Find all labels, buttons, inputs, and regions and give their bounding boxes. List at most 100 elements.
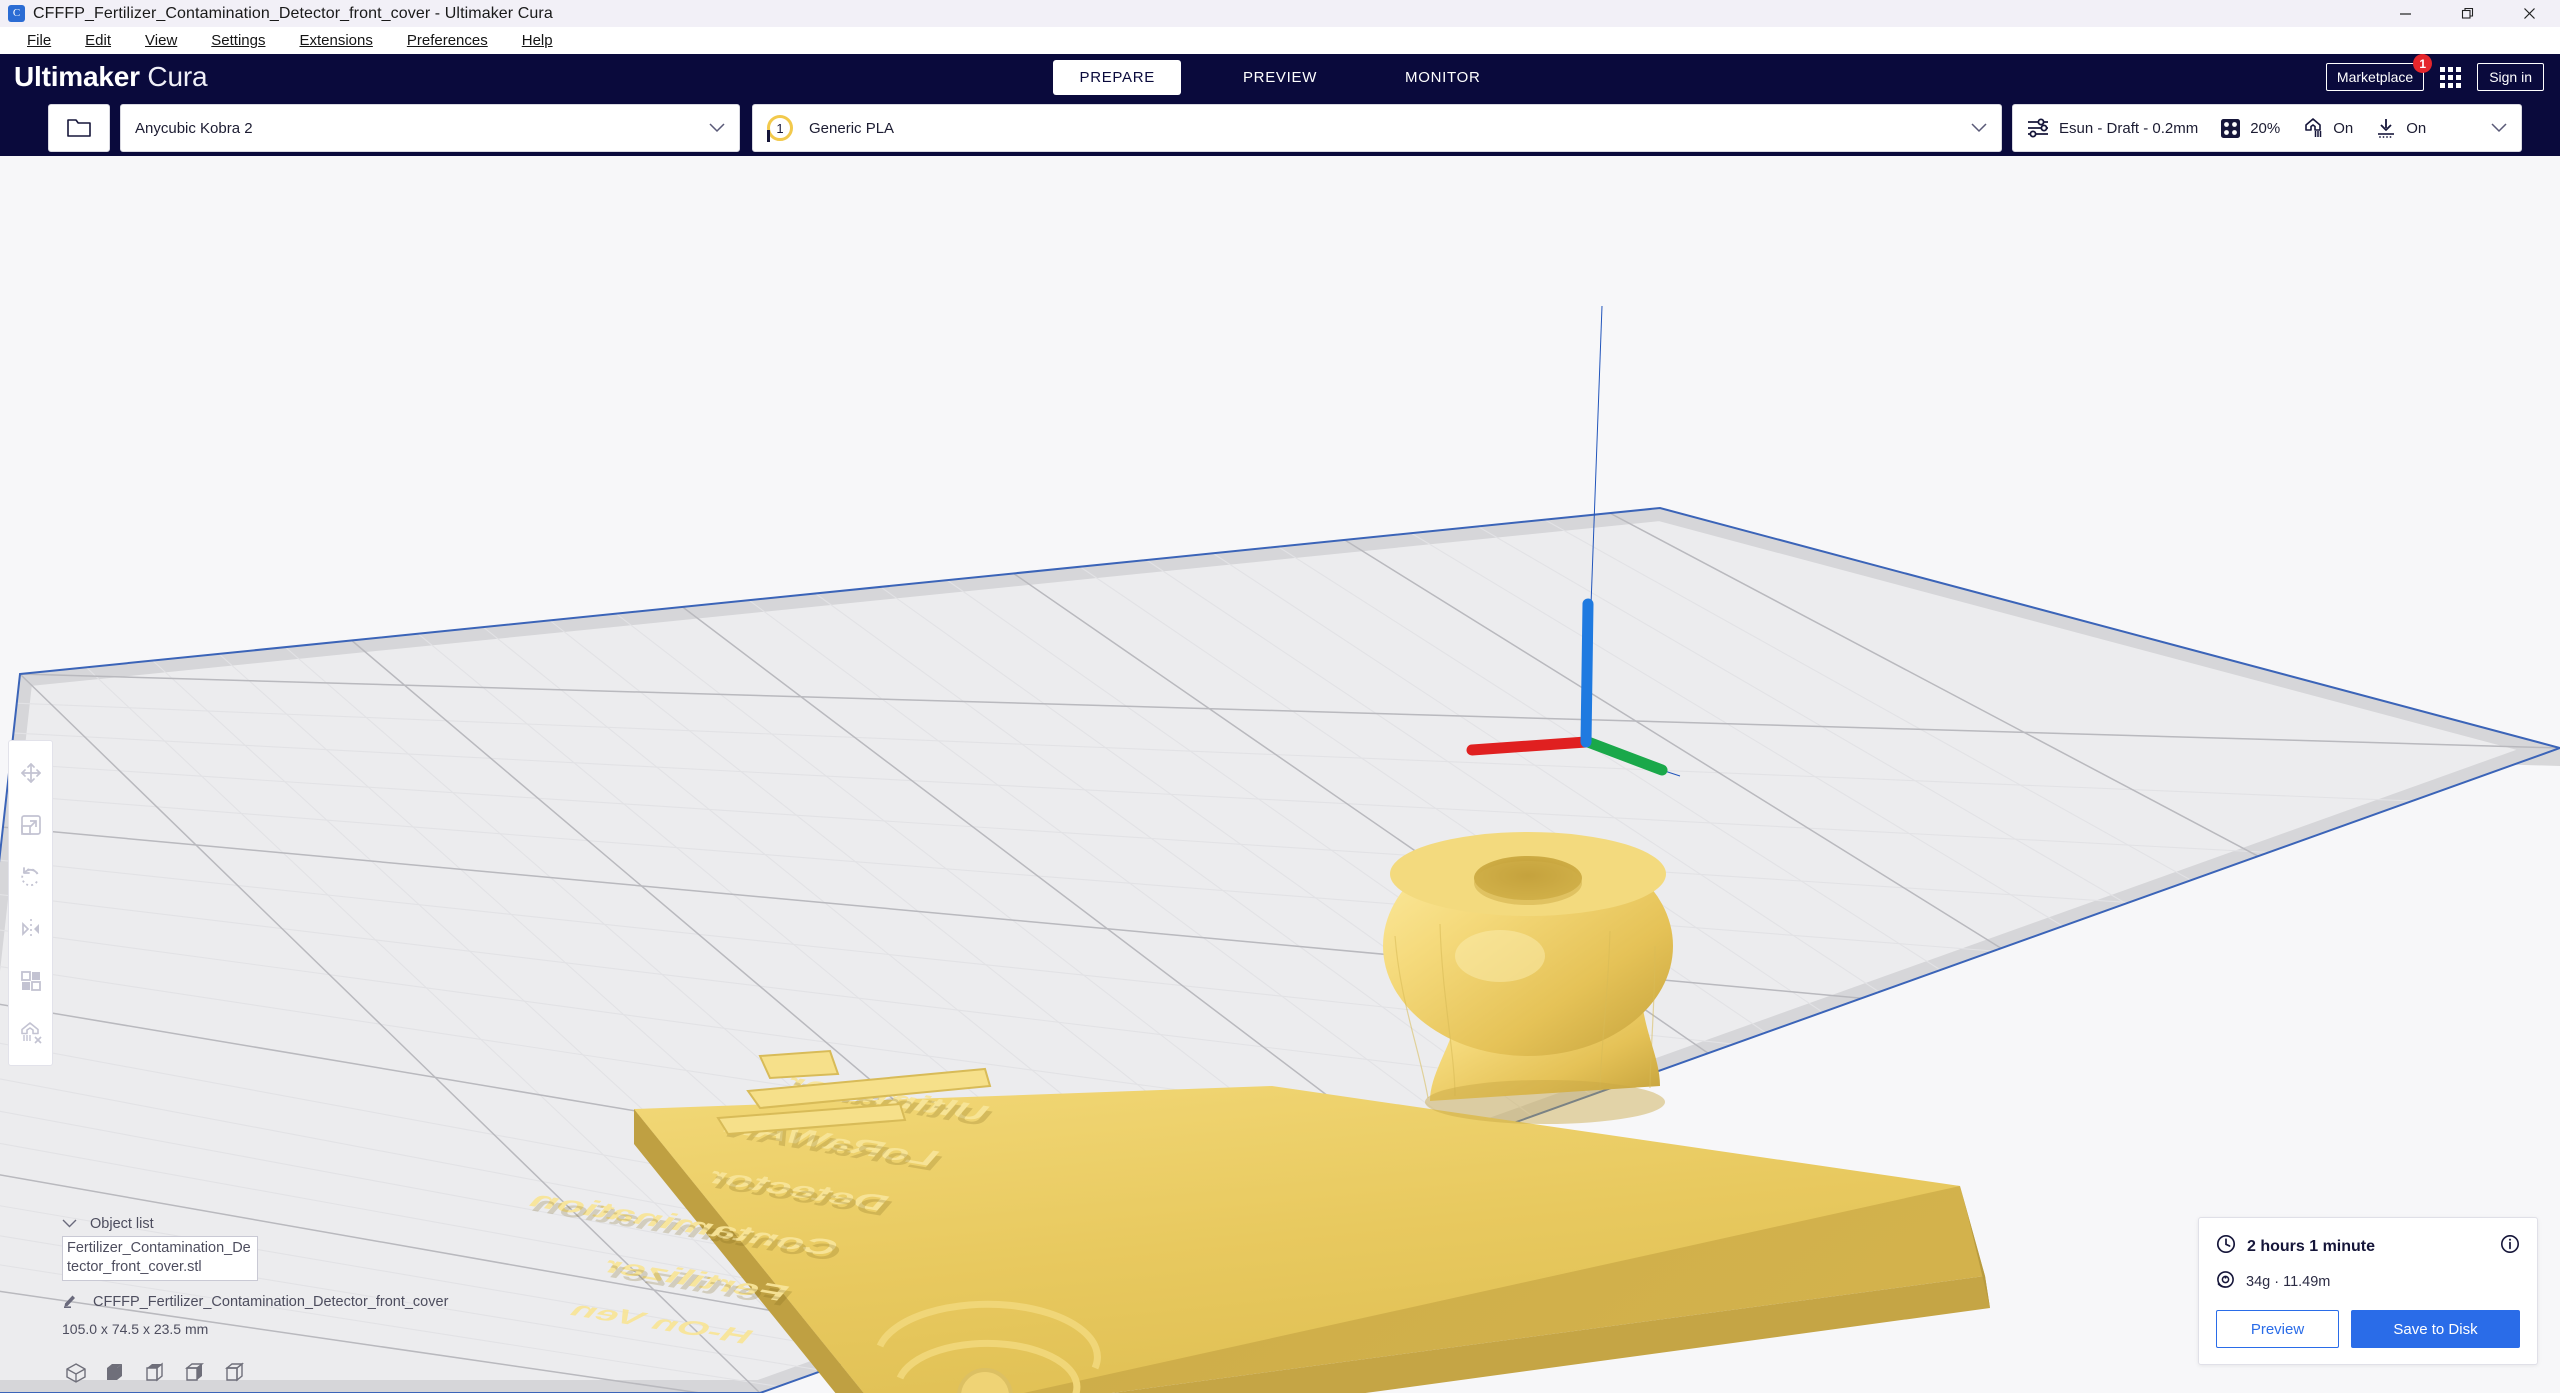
- move-tool[interactable]: [8, 747, 53, 799]
- object-list-header[interactable]: Object list: [62, 1216, 492, 1232]
- support-icon: [2302, 117, 2324, 139]
- axis-z: [1586, 604, 1588, 742]
- header-actions: Marketplace 1 Sign in: [2326, 54, 2544, 100]
- window-title: CFFFP_Fertilizer_Contamination_Detector_…: [33, 5, 553, 23]
- knob-highlight: [1455, 930, 1545, 982]
- model-tools-panel: [8, 740, 53, 1066]
- object-list-title: Object list: [90, 1216, 154, 1232]
- menu-settings[interactable]: Settings: [194, 29, 282, 52]
- cube-outline-icon: [65, 1362, 87, 1384]
- tab-monitor[interactable]: MONITOR: [1379, 60, 1506, 95]
- marketplace-wrap: Marketplace 1: [2326, 63, 2424, 91]
- mirror-tool[interactable]: [8, 903, 53, 955]
- minimize-icon: [2399, 7, 2412, 20]
- menubar: File Edit View Settings Extensions Prefe…: [0, 27, 2560, 54]
- scale-icon: [19, 813, 43, 837]
- printer-selector[interactable]: Anycubic Kobra 2: [120, 104, 740, 152]
- preview-button[interactable]: Preview: [2216, 1310, 2339, 1348]
- per-model-settings-tool[interactable]: [8, 955, 53, 1007]
- quality-profile-value: Esun - Draft - 0.2mm: [2059, 120, 2198, 137]
- quality-profile-group: Esun - Draft - 0.2mm: [2027, 118, 2198, 138]
- adhesion-group: On: [2375, 117, 2426, 139]
- 3d-viewport[interactable]: Ultimaker LoRaWAN Detector Contamination…: [0, 156, 2560, 1393]
- scale-tool[interactable]: [8, 799, 53, 851]
- save-to-disk-button[interactable]: Save to Disk: [2351, 1310, 2520, 1348]
- chevron-down-icon: [2491, 123, 2507, 133]
- view-front-button[interactable]: [104, 1361, 128, 1385]
- close-button[interactable]: [2498, 0, 2560, 27]
- print-time-row: 2 hours 1 minute: [2216, 1234, 2520, 1259]
- pencil-icon: [62, 1291, 79, 1313]
- viewport-scene: Ultimaker LoRaWAN Detector Contamination…: [0, 156, 2560, 1393]
- menu-preferences[interactable]: Preferences: [390, 29, 505, 52]
- menu-file-label: File: [27, 32, 51, 49]
- titlebar: C CFFFP_Fertilizer_Contamination_Detecto…: [0, 0, 2560, 27]
- support-blocker-tool[interactable]: [8, 1007, 53, 1059]
- menu-extensions[interactable]: Extensions: [282, 29, 389, 52]
- cube-right-icon: [225, 1362, 247, 1384]
- view-right-button[interactable]: [224, 1361, 248, 1385]
- knob-hole-inner: [1474, 861, 1582, 905]
- object-list-tooltip: Fertilizer_Contamination_Detector_front_…: [62, 1236, 258, 1281]
- tab-preview[interactable]: PREVIEW: [1217, 60, 1343, 95]
- infill-group: 20%: [2220, 118, 2280, 139]
- support-value: On: [2333, 120, 2353, 137]
- move-icon: [19, 761, 43, 785]
- support-blocker-icon: [19, 1021, 43, 1045]
- menu-edit-label: Edit: [85, 32, 111, 49]
- view-left-button[interactable]: [184, 1361, 208, 1385]
- menu-help[interactable]: Help: [505, 29, 570, 52]
- stage-tabs: PREPARE PREVIEW MONITOR: [0, 54, 2560, 100]
- cura-app-icon: C: [8, 5, 25, 22]
- marketplace-button[interactable]: Marketplace: [2326, 63, 2424, 91]
- chevron-down-icon: [709, 123, 725, 133]
- material-usage-value: 34g · 11.49m: [2246, 1274, 2330, 1290]
- adhesion-value: On: [2406, 120, 2426, 137]
- sign-in-button[interactable]: Sign in: [2477, 63, 2544, 91]
- rotate-tool[interactable]: [8, 851, 53, 903]
- menu-edit[interactable]: Edit: [68, 29, 128, 52]
- print-job-card: 2 hours 1 minute: [2198, 1217, 2538, 1365]
- object-list-panel: Object list Fertilizer_Contamination_Det…: [62, 1216, 492, 1337]
- app-header: Ultimaker Cura PREPARE PREVIEW MONITOR M…: [0, 54, 2560, 100]
- restore-button[interactable]: [2436, 0, 2498, 27]
- camera-view-buttons: [64, 1361, 248, 1385]
- extruder-number: 1: [776, 121, 783, 136]
- apps-grid-icon[interactable]: [2440, 67, 2461, 88]
- material-selector[interactable]: 1 Generic PLA: [752, 104, 2002, 152]
- menu-view-label: View: [145, 32, 177, 49]
- open-file-button[interactable]: [48, 104, 110, 152]
- object-list-item[interactable]: CFFFP_Fertilizer_Contamination_Detector_…: [62, 1291, 492, 1313]
- menu-extensions-label: Extensions: [299, 32, 372, 49]
- menu-settings-label: Settings: [211, 32, 265, 49]
- rotate-icon: [19, 865, 43, 889]
- cube-front-icon: [105, 1362, 127, 1384]
- chevron-down-icon: [62, 1216, 77, 1231]
- sliders-icon: [2027, 118, 2050, 138]
- cube-top-icon: [145, 1362, 167, 1384]
- printer-name: Anycubic Kobra 2: [135, 120, 253, 137]
- print-time-value: 2 hours 1 minute: [2247, 1238, 2375, 1256]
- minimize-button[interactable]: [2374, 0, 2436, 27]
- menu-view[interactable]: View: [128, 29, 194, 52]
- tab-prepare[interactable]: PREPARE: [1053, 60, 1180, 95]
- menu-preferences-label: Preferences: [407, 32, 488, 49]
- folder-icon: [66, 116, 92, 140]
- material-usage-row: 34g · 11.49m: [2216, 1270, 2520, 1294]
- print-actions: Preview Save to Disk: [2216, 1310, 2520, 1348]
- extruder-1-badge: 1: [767, 115, 793, 141]
- print-settings-selector[interactable]: Esun - Draft - 0.2mm 20%: [2012, 104, 2522, 152]
- infill-icon: [2220, 118, 2241, 139]
- per-model-settings-icon: [19, 969, 43, 993]
- spool-icon: [2216, 1270, 2235, 1294]
- knob-contact-shadow: [1425, 1080, 1665, 1124]
- close-icon: [2523, 7, 2536, 20]
- object-list-item-name: CFFFP_Fertilizer_Contamination_Detector_…: [93, 1294, 448, 1310]
- clock-icon: [2216, 1234, 2236, 1259]
- cube-left-icon: [185, 1362, 207, 1384]
- view-top-button[interactable]: [144, 1361, 168, 1385]
- config-bar: Anycubic Kobra 2 1 Generic PLA Esun -: [0, 100, 2560, 156]
- view-3d-button[interactable]: [64, 1361, 88, 1385]
- menu-file[interactable]: File: [10, 29, 68, 52]
- info-icon[interactable]: [2500, 1234, 2520, 1259]
